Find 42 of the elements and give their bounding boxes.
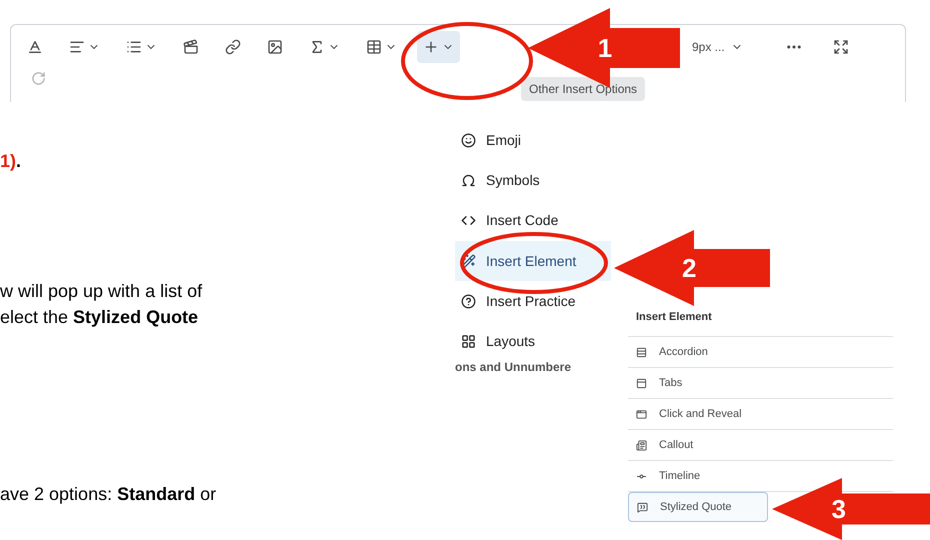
layout-grid-icon (461, 334, 476, 350)
plus-icon (423, 39, 439, 55)
align-left-icon (69, 39, 85, 55)
menu-item[interactable]: Emoji (455, 120, 611, 160)
quote-icon (637, 502, 648, 512)
callout-icon (636, 440, 647, 450)
menu-item[interactable]: Stylized Quote (628, 492, 768, 522)
question-icon (461, 294, 476, 309)
tabs-icon (636, 378, 647, 388)
menu-item[interactable]: Accordion (628, 337, 768, 367)
menu-item[interactable]: Timeline (628, 461, 768, 491)
menu-item[interactable]: Insert Practice (455, 281, 611, 322)
menu-item[interactable]: Click and Reveal (628, 399, 768, 429)
paragraph-text: w will pop up with a list of elect the Stylized Quote (0, 280, 202, 329)
window-icon (636, 408, 647, 420)
callout-number: 3 (832, 496, 846, 522)
menu-item[interactable]: Insert Element (455, 240, 611, 282)
paragraph-text: 1). (0, 150, 22, 173)
format-icon (27, 39, 43, 55)
table-icon (366, 39, 382, 55)
menu-item[interactable]: Tabs (628, 368, 768, 398)
menu-item[interactable]: Callout (628, 430, 768, 460)
paragraph-text: ave 2 options: Standard or (0, 483, 216, 506)
rows-icon (636, 346, 647, 358)
omega-icon (461, 172, 476, 188)
menu-item[interactable]: Symbols (455, 160, 611, 201)
wand-icon (461, 254, 476, 269)
menu-item[interactable]: Layouts (455, 322, 611, 362)
tooltip: Other Insert Options (521, 77, 646, 101)
image-icon (267, 39, 283, 55)
callout-number: 1 (598, 35, 612, 61)
menu-item[interactable]: Insert Code (455, 200, 611, 241)
link-icon (225, 39, 241, 55)
menu-title: Insert Element (635, 310, 713, 325)
smiley-icon (461, 132, 476, 148)
fullscreen-icon[interactable] (832, 39, 849, 55)
toolbar-button[interactable] (417, 31, 460, 63)
paragraph-text: ons and Unnumbere (455, 359, 572, 376)
list-icon (126, 39, 142, 55)
media-icon (183, 39, 199, 55)
callout-number: 2 (682, 255, 696, 281)
font-size-dropdown[interactable]: 9px ... (692, 38, 743, 56)
